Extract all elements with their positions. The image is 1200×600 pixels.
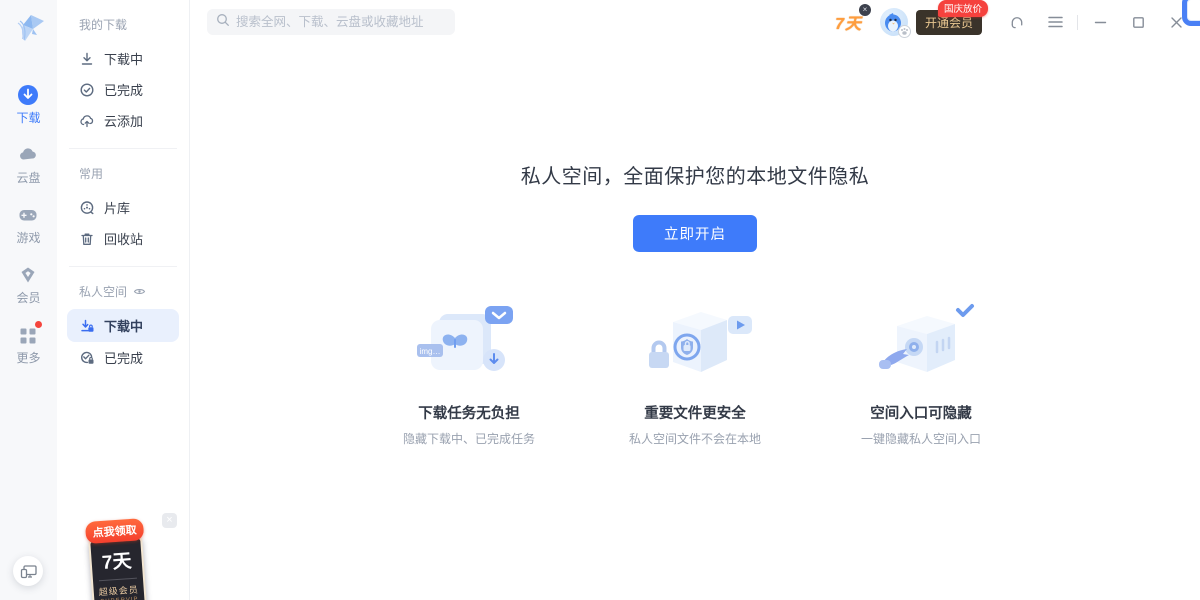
rail-item-more[interactable]: 更多 — [16, 324, 40, 366]
trial-days-label: 7天 — [835, 16, 862, 33]
film-reel-icon — [79, 200, 95, 216]
sidebar-item-label: 回收站 — [104, 229, 143, 248]
cloud-upload-icon — [79, 113, 95, 129]
topbar: 7天 × 开通 — [190, 0, 1200, 44]
feature-title: 下载任务无负担 — [379, 402, 559, 423]
sidebar-divider — [69, 266, 177, 267]
toolbar-separator — [1077, 15, 1078, 30]
sidebar-item-label: 下载中 — [104, 316, 143, 335]
floating-pendant-widget[interactable] — [1182, 0, 1200, 26]
rail-label: 会员 — [16, 289, 40, 306]
rail-label: 游戏 — [16, 229, 40, 246]
svg-text:img…: img… — [420, 347, 441, 356]
rail-item-games[interactable]: 游戏 — [16, 204, 40, 246]
sidebar-section-my-downloads: 我的下载 — [79, 16, 179, 33]
sidebar-item-cloud-add[interactable]: 云添加 — [67, 105, 179, 136]
trial-close-icon[interactable]: × — [859, 4, 871, 16]
feature-card-hidden-entry: 空间入口可隐藏 一键隐藏私人空间入口 — [831, 298, 1011, 447]
promo-days: 7天 — [91, 545, 143, 575]
vip-button-wrap: 开通会员 国庆放价 — [916, 10, 982, 35]
feature-desc: 隐藏下载中、已完成任务 — [379, 430, 559, 447]
sidebar-item-completed[interactable]: 已完成 — [67, 74, 179, 105]
section-header-label: 常用 — [79, 165, 103, 182]
trash-icon — [79, 231, 95, 247]
section-header-label: 私人空间 — [79, 283, 127, 300]
trial-badge[interactable]: 7天 × — [835, 10, 862, 34]
diamond-icon — [17, 264, 39, 286]
download-tray-icon — [79, 51, 95, 67]
rail-label: 云盘 — [16, 169, 40, 186]
cube-lock-shield-illustration — [605, 298, 785, 388]
promo-card[interactable]: 7天 超级会员 SUPERVIP — [88, 536, 147, 600]
promo-separator — [99, 578, 137, 582]
rail-item-download[interactable]: 下载 — [16, 84, 40, 126]
check-circle-icon — [79, 82, 95, 98]
search-bar[interactable] — [207, 9, 455, 35]
promo-ribbon[interactable]: 点我领取 — [85, 518, 144, 544]
app-window: 下载 云盘 游戏 会员 更多 — [0, 0, 1200, 600]
maximize-button[interactable] — [1130, 14, 1146, 30]
headset-support-icon[interactable] — [1009, 14, 1025, 30]
sidebar-item-label: 已完成 — [104, 348, 143, 367]
search-input[interactable] — [236, 15, 446, 29]
notification-dot — [35, 321, 42, 328]
download-circle-icon — [17, 84, 39, 106]
promo-close-button[interactable]: × — [162, 513, 177, 528]
search-icon — [216, 13, 230, 32]
sidebar-item-recycle-bin[interactable]: 回收站 — [67, 223, 179, 254]
enable-now-button[interactable]: 立即开启 — [633, 215, 757, 252]
feature-cards: img… 下载任务无负担 隐藏下载中、已完成任务 — [190, 298, 1200, 447]
paw-overlay-icon — [898, 25, 911, 38]
main-area: 7天 × 开通 — [190, 0, 1200, 600]
avatar[interactable] — [880, 8, 908, 36]
sidebar-item-private-completed[interactable]: 已完成 — [67, 342, 179, 373]
thunder-bird-logo-icon — [9, 8, 49, 52]
feature-desc: 私人空间文件不会在本地 — [605, 430, 785, 447]
sidebar-item-private-downloading[interactable]: 下载中 — [67, 309, 179, 342]
feature-card-downloads: img… 下载任务无负担 隐藏下载中、已完成任务 — [379, 298, 559, 447]
monitor-phone-icon — [20, 564, 37, 579]
sidebar-item-media-library[interactable]: 片库 — [67, 192, 179, 223]
remote-device-button[interactable] — [13, 556, 43, 586]
check-lock-icon — [79, 350, 95, 366]
download-lock-icon — [79, 318, 95, 334]
sidebar-item-label: 下载中 — [104, 49, 143, 68]
sidebar-section-private-space: 私人空间 — [79, 283, 179, 300]
cloud-icon — [17, 144, 39, 166]
topbar-right: 7天 × 开通 — [835, 8, 1186, 36]
sidebar-section-common: 常用 — [79, 165, 179, 182]
vip-promo-tag: 国庆放价 — [938, 0, 988, 17]
feature-card-security: 重要文件更安全 私人空间文件不会在本地 — [605, 298, 785, 447]
feature-title: 空间入口可隐藏 — [831, 402, 1011, 423]
minimize-button[interactable] — [1092, 14, 1108, 30]
gamepad-icon — [17, 204, 39, 226]
left-rail: 下载 云盘 游戏 会员 更多 — [0, 0, 57, 600]
rail-item-cloud-drive[interactable]: 云盘 — [16, 144, 40, 186]
folders-butterfly-illustration: img… — [379, 298, 559, 388]
safe-box-hand-illustration — [831, 298, 1011, 388]
hamburger-menu-icon[interactable] — [1047, 14, 1063, 30]
section-header-label: 我的下载 — [79, 16, 127, 33]
rail-label: 更多 — [16, 349, 40, 366]
sidebar-divider — [69, 148, 177, 149]
feature-desc: 一键隐藏私人空间入口 — [831, 430, 1011, 447]
eye-icon[interactable] — [133, 285, 146, 298]
grid-more-icon — [17, 324, 39, 346]
sidebar-item-label: 云添加 — [104, 111, 143, 130]
rail-item-membership[interactable]: 会员 — [16, 264, 40, 306]
page-title: 私人空间，全面保护您的本地文件隐私 — [190, 160, 1200, 189]
sidebar-item-downloading[interactable]: 下载中 — [67, 43, 179, 74]
vip-promo-badge[interactable]: 点我领取 7天 超级会员 SUPERVIP — [83, 518, 151, 600]
feature-title: 重要文件更安全 — [605, 402, 785, 423]
sidebar-item-label: 片库 — [104, 198, 130, 217]
sidebar-item-label: 已完成 — [104, 80, 143, 99]
rail-label: 下载 — [16, 109, 40, 126]
private-space-hero: 私人空间，全面保护您的本地文件隐私 立即开启 — [190, 160, 1200, 252]
sidebar: 我的下载 下载中 已完成 云添加 常用 — [57, 0, 190, 600]
